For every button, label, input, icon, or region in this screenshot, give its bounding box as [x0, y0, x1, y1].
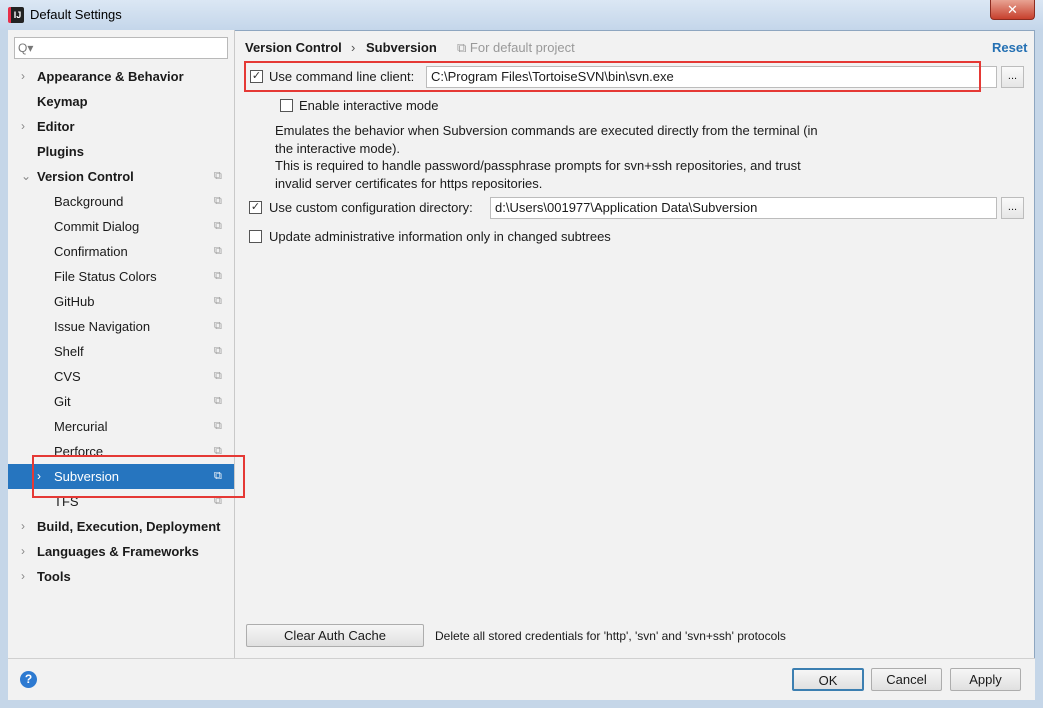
breadcrumb-parent: Version Control	[245, 40, 342, 55]
project-copy-icon: ⧉	[214, 295, 222, 307]
sidebar-item-label: Build, Execution, Deployment	[37, 519, 221, 534]
sidebar-item-version-control[interactable]: ⌄ Version Control ⧉	[8, 164, 234, 189]
sidebar-item-github[interactable]: GitHub ⧉	[8, 289, 234, 314]
sidebar-item-label: Mercurial	[54, 419, 108, 434]
title-bar	[0, 0, 1043, 30]
clear-auth-cache-button[interactable]: Clear Auth Cache	[246, 624, 424, 647]
description-line: This is required to handle password/pass…	[275, 158, 801, 173]
scope-label: ⧉ For default project	[457, 40, 575, 56]
sidebar-item-label: Keymap	[37, 94, 88, 109]
sidebar-item-editor[interactable]: › Editor	[8, 114, 234, 139]
project-copy-icon: ⧉	[214, 370, 222, 382]
project-copy-icon: ⧉	[214, 395, 222, 407]
breadcrumb-current: Subversion	[366, 40, 437, 55]
help-icon[interactable]: ?	[20, 671, 37, 688]
chevron-right-icon[interactable]: ›	[21, 564, 25, 589]
reset-link[interactable]: Reset	[992, 40, 1027, 55]
custom-config-checkbox[interactable]: ✓	[249, 201, 262, 214]
sidebar-item-build-execution-deployment[interactable]: › Build, Execution, Deployment	[8, 514, 234, 539]
project-copy-icon: ⧉	[214, 345, 222, 357]
browse-cmd-client-button[interactable]: ...	[1001, 66, 1024, 88]
sidebar-item-tools[interactable]: › Tools	[8, 564, 234, 589]
sidebar-item-mercurial[interactable]: Mercurial ⧉	[8, 414, 234, 439]
apply-button[interactable]: Apply	[950, 668, 1021, 691]
sidebar-item-label: Background	[54, 194, 124, 209]
sidebar-item-file-status-colors[interactable]: File Status Colors ⧉	[8, 264, 234, 289]
project-copy-icon: ⧉	[214, 195, 222, 207]
project-copy-icon: ⧉	[214, 270, 222, 282]
update-admin-checkbox[interactable]	[249, 230, 262, 243]
close-window-button[interactable]: ✕	[990, 0, 1035, 20]
chevron-right-icon[interactable]: ›	[21, 114, 25, 139]
sidebar-item-shelf[interactable]: Shelf ⧉	[8, 339, 234, 364]
interactive-mode-checkbox[interactable]	[280, 99, 293, 112]
project-copy-icon: ⧉	[214, 420, 222, 432]
sidebar-item-label: Editor	[37, 119, 75, 134]
cancel-button[interactable]: Cancel	[871, 668, 942, 691]
app-icon: IJ	[8, 7, 24, 23]
sidebar-item-label: Appearance & Behavior	[37, 69, 184, 84]
window-title: Default Settings	[30, 7, 122, 22]
project-copy-icon: ⧉	[214, 220, 222, 232]
highlight-box-cmd-client	[244, 61, 981, 92]
sidebar-item-issue-navigation[interactable]: Issue Navigation ⧉	[8, 314, 234, 339]
copy-icon: ⧉	[457, 40, 470, 55]
sidebar-item-label: File Status Colors	[54, 269, 157, 284]
sidebar-item-background[interactable]: Background ⧉	[8, 189, 234, 214]
update-admin-label: Update administrative information only i…	[269, 229, 611, 244]
scope-text: For default project	[469, 40, 575, 55]
project-copy-icon: ⧉	[214, 170, 222, 182]
custom-config-label: Use custom configuration directory:	[269, 200, 473, 215]
project-copy-icon: ⧉	[214, 245, 222, 257]
sidebar-item-confirmation[interactable]: Confirmation ⧉	[8, 239, 234, 264]
custom-config-path-input[interactable]: d:\Users\001977\Application Data\Subvers…	[490, 197, 997, 219]
description-line: Emulates the behavior when Subversion co…	[275, 123, 818, 138]
highlight-box-subversion	[32, 455, 245, 498]
interactive-mode-label: Enable interactive mode	[299, 98, 439, 113]
ok-button[interactable]: OK	[792, 668, 864, 691]
chevron-down-icon[interactable]: ⌄	[21, 164, 31, 189]
sidebar-item-label: Shelf	[54, 344, 84, 359]
sidebar-item-label: Confirmation	[54, 244, 128, 259]
chevron-right-icon[interactable]: ›	[21, 539, 25, 564]
sidebar-item-appearance-behavior[interactable]: › Appearance & Behavior	[8, 64, 234, 89]
sidebar-item-label: Plugins	[37, 144, 84, 159]
sidebar-item-git[interactable]: Git ⧉	[8, 389, 234, 414]
sidebar-item-label: Version Control	[37, 169, 134, 184]
sidebar-item-label: Commit Dialog	[54, 219, 140, 234]
sidebar-item-plugins[interactable]: Plugins	[8, 139, 234, 164]
browse-config-button[interactable]: ...	[1001, 197, 1024, 219]
clear-auth-note: Delete all stored credentials for 'http'…	[435, 629, 786, 643]
sidebar-item-label: CVS	[54, 369, 81, 384]
description-line: invalid server certificates for https re…	[275, 175, 543, 191]
description-line: the interactive mode).	[275, 140, 401, 156]
sidebar-item-label: Issue Navigation	[54, 319, 151, 334]
interactive-description: Emulates the behavior when Subversion co…	[275, 122, 835, 192]
project-copy-icon: ⧉	[214, 320, 222, 332]
sidebar-item-languages-frameworks[interactable]: › Languages & Frameworks	[8, 539, 234, 564]
sidebar-item-label: Tools	[37, 569, 71, 584]
sidebar-item-label: GitHub	[54, 294, 95, 309]
settings-search-input[interactable]: Q▾	[14, 37, 228, 59]
chevron-right-icon[interactable]: ›	[21, 514, 25, 539]
sidebar-item-cvs[interactable]: CVS ⧉	[8, 364, 234, 389]
chevron-right-icon[interactable]: ›	[21, 64, 25, 89]
sidebar-item-label: Git	[54, 394, 71, 409]
breadcrumb-separator: ›	[351, 40, 356, 55]
sidebar-item-commit-dialog[interactable]: Commit Dialog ⧉	[8, 214, 234, 239]
sidebar-item-keymap[interactable]: Keymap	[8, 89, 234, 114]
sidebar-item-label: Languages & Frameworks	[37, 544, 199, 559]
